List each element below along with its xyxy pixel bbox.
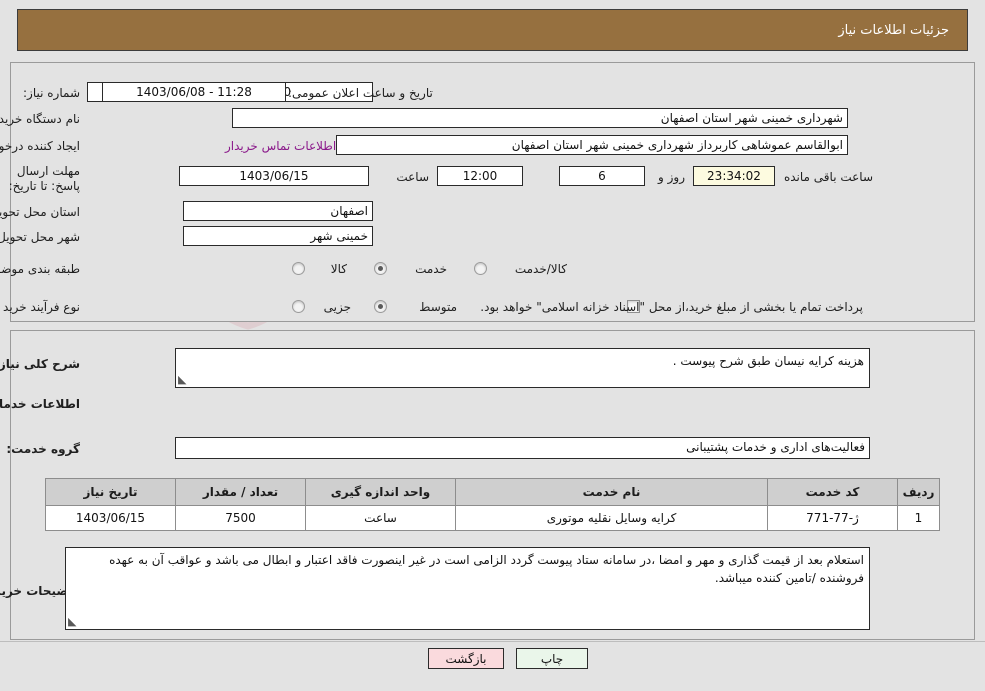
requester-label: ایجاد کننده درخواست: — [0, 139, 80, 153]
category-label: طبقه بندی موضوعی: — [0, 262, 80, 276]
buyer-org-label: نام دستگاه خریدار: — [0, 112, 80, 126]
radio-category-goods-service-label: کالا/خدمت — [514, 262, 567, 276]
summary-text: هزینه کرایه نیسان طبق شرح پیوست . — [672, 354, 864, 368]
resize-handle-icon-notes[interactable]: ◢ — [68, 615, 80, 628]
resize-handle-icon[interactable]: ◢ — [178, 373, 190, 386]
cell-service-code: ژ-77-771 — [767, 505, 898, 531]
page-title: جزئیات اطلاعات نیاز — [838, 22, 949, 38]
announce-label: تاریخ و ساعت اعلان عمومی: — [288, 86, 433, 100]
cell-unit: ساعت — [305, 505, 456, 531]
th-service-code: کد خدمت — [767, 478, 898, 506]
cell-row-no: 1 — [897, 505, 940, 531]
th-unit: واحد اندازه گیری — [305, 478, 456, 506]
th-service-name: نام خدمت — [455, 478, 768, 506]
remaining-days-label: روز و — [658, 170, 685, 184]
radio-category-service-label: خدمت — [415, 262, 447, 276]
radio-process-minor-label: جزیی — [323, 300, 351, 314]
summary-label: شرح کلی نیاز: — [0, 357, 80, 371]
buyer-org-value[interactable]: شهرداری خمینی شهر استان اصفهان — [232, 108, 848, 128]
remaining-hours-label: ساعت باقی مانده — [783, 170, 873, 184]
page-header: جزئیات اطلاعات نیاز — [17, 9, 968, 51]
buyer-notes-text: استعلام بعد از قیمت گذاری و مهر و امضا ،… — [109, 553, 864, 585]
process-label: نوع فرآیند خرید : — [0, 300, 80, 314]
radio-process-minor[interactable] — [292, 300, 305, 313]
remaining-days-value[interactable]: 6 — [559, 166, 645, 186]
summary-textarea[interactable]: هزینه کرایه نیسان طبق شرح پیوست . ◢ — [175, 348, 870, 388]
print-button[interactable]: چاپ — [516, 648, 588, 669]
radio-category-goods-service[interactable] — [474, 262, 487, 275]
footer-divider — [0, 641, 985, 642]
requester-value[interactable]: ابوالقاسم عموشاهی کاربرداز شهرداری خمینی… — [336, 135, 848, 155]
radio-process-medium[interactable] — [374, 300, 387, 313]
deadline-hour-label: ساعت — [396, 170, 429, 184]
need-number-label: شماره نیاز: — [23, 86, 80, 100]
th-need-date: تاریخ نیاز — [45, 478, 176, 506]
radio-category-service[interactable] — [374, 262, 387, 275]
islamic-treasury-note: پرداخت تمام یا بخشی از مبلغ خرید،از محل … — [480, 300, 863, 314]
page-root: جزئیات اطلاعات نیاز شماره نیاز: 11030932… — [0, 0, 985, 691]
cell-service-name: کرایه وسایل نقلیه موتوری — [455, 505, 768, 531]
table-header-row: ردیف کد خدمت نام خدمت واحد اندازه گیری ت… — [45, 478, 940, 506]
countdown-value: 23:34:02 — [693, 166, 775, 186]
th-row-no: ردیف — [897, 478, 940, 506]
buyer-contact-link[interactable]: اطلاعات تماس خریدار — [225, 139, 336, 153]
service-group-label: گروه خدمت: — [6, 442, 80, 456]
services-section-title: اطلاعات خدمات مورد نیاز — [0, 397, 80, 411]
buyer-notes-textarea[interactable]: استعلام بعد از قیمت گذاری و مهر و امضا ،… — [65, 547, 870, 630]
deadline-date-value[interactable]: 1403/06/15 — [179, 166, 369, 186]
delivery-province-label: استان محل تحویل: — [0, 205, 80, 219]
cell-need-date: 1403/06/15 — [45, 505, 176, 531]
delivery-city-value[interactable]: خمینی شهر — [183, 226, 373, 246]
radio-category-goods[interactable] — [292, 262, 305, 275]
announce-value[interactable]: 11:28 - 1403/06/08 — [102, 82, 286, 102]
cell-quantity: 7500 — [175, 505, 306, 531]
th-quantity: تعداد / مقدار — [175, 478, 306, 506]
deadline-time-value[interactable]: 12:00 — [437, 166, 523, 186]
services-table: ردیف کد خدمت نام خدمت واحد اندازه گیری ت… — [45, 478, 940, 531]
deadline-label: مهلت ارسال پاسخ: تا تاریخ: — [8, 164, 80, 193]
radio-process-medium-label: متوسط — [419, 300, 457, 314]
service-group-value[interactable]: فعالیت‌های اداری و خدمات پشتیبانی — [175, 437, 870, 459]
back-button[interactable]: بازگشت — [428, 648, 504, 669]
radio-category-goods-label: کالا — [330, 262, 347, 276]
delivery-province-value[interactable]: اصفهان — [183, 201, 373, 221]
delivery-city-label: شهر محل تحویل: — [0, 230, 80, 244]
table-row: 1 ژ-77-771 کرایه وسایل نقلیه موتوری ساعت… — [45, 505, 940, 531]
